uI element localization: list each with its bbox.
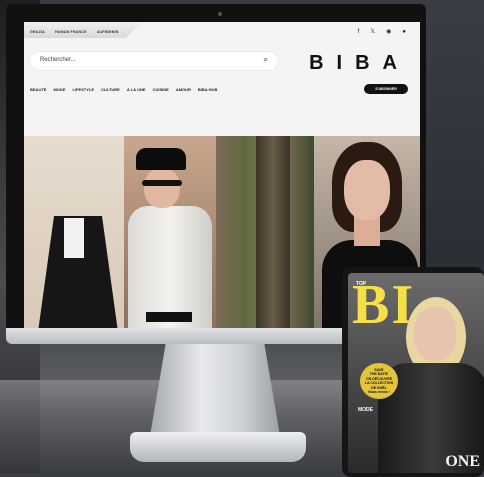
- nav-item[interactable]: MODE: [53, 87, 65, 92]
- top-link[interactable]: AUFEMININ: [97, 30, 119, 34]
- hero-photo-3: [216, 136, 314, 332]
- cover-bottom-text: ONE: [445, 453, 480, 470]
- subscribe-button[interactable]: S'ABONNER: [364, 84, 408, 94]
- nav-item[interactable]: BEAUTÉ: [30, 87, 46, 92]
- main-nav: BEAUTÉ MODE LIFESTYLE CULTURE À LA UNE C…: [30, 87, 217, 92]
- nav-item[interactable]: À LA UNE: [127, 87, 146, 92]
- top-link[interactable]: GRAZIA: [30, 30, 45, 34]
- x-icon[interactable]: 𝕏: [370, 29, 375, 35]
- search-placeholder: Rechercher...: [40, 57, 76, 63]
- hero-photo-1: [24, 136, 124, 332]
- cover-line: MODE: [358, 407, 373, 413]
- nav-item[interactable]: LIFESTYLE: [72, 87, 94, 92]
- search-input[interactable]: Rechercher... ⌕: [30, 52, 278, 70]
- site-logo[interactable]: BIBA: [309, 52, 410, 75]
- hero-photo-2: [124, 136, 216, 332]
- top-link[interactable]: HUMAN FRANCE: [55, 30, 87, 34]
- nav-item[interactable]: CULTURE: [101, 87, 120, 92]
- tablet-device: BI TOP SAVE THE DATE! ON DÉCOUVRE LA COL…: [342, 267, 484, 477]
- nav-item[interactable]: CUISINE: [153, 87, 169, 92]
- pinterest-icon[interactable]: ●: [402, 29, 406, 35]
- top-links: GRAZIA HUMAN FRANCE AUFEMININ: [30, 30, 119, 34]
- webcam: [218, 12, 222, 16]
- search-icon[interactable]: ⌕: [264, 55, 268, 65]
- monitor-stand: [150, 344, 280, 436]
- nav-item[interactable]: AMOUR: [176, 87, 191, 92]
- instagram-icon[interactable]: ◉: [386, 29, 391, 35]
- cover-badge: SAVE THE DATE! ON DÉCOUVRE LA COLLECTION…: [360, 363, 398, 399]
- facebook-icon[interactable]: f: [358, 29, 360, 35]
- monitor-base: [130, 432, 306, 462]
- nav-item[interactable]: BIBA HUB: [198, 87, 217, 92]
- cover-top-label: TOP: [356, 281, 367, 287]
- social-links: f 𝕏 ◉ ●: [358, 29, 406, 35]
- magazine-cover: BI TOP SAVE THE DATE! ON DÉCOUVRE LA COL…: [348, 273, 484, 473]
